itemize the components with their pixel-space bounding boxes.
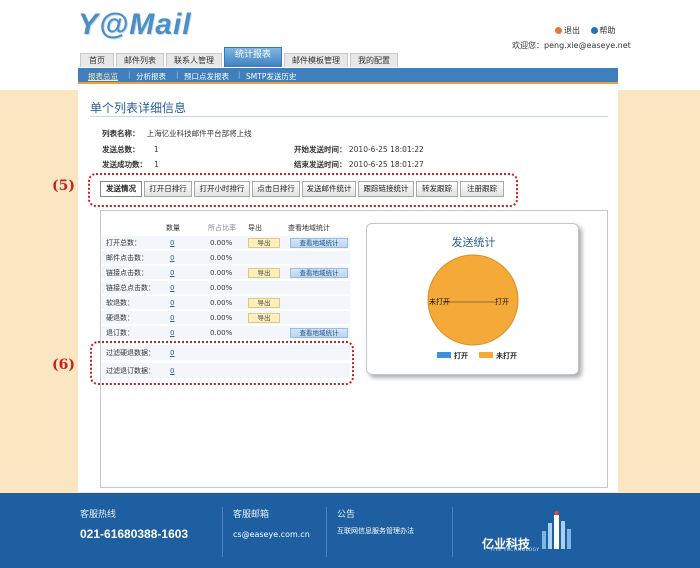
subtab-overview[interactable]: 报表总览 xyxy=(88,71,118,82)
start-time: 开始发送时间： 2010-6-25 18:01:22 xyxy=(294,145,424,154)
logo: Y@Mail xyxy=(78,8,192,41)
export-button[interactable]: 导出 xyxy=(248,268,280,278)
tab-mail-list[interactable]: 邮件列表 xyxy=(116,53,164,67)
end-time: 结束发送时间： 2010-6-25 18:01:27 xyxy=(294,160,424,169)
table-row: 链接总点击数： 0 0.00% xyxy=(102,281,350,295)
page-title: 单个列表详细信息 xyxy=(90,101,187,115)
geo-stats-button[interactable]: 查看地域统计 xyxy=(290,328,348,338)
legend-swatch-unopened xyxy=(479,352,493,358)
table-row: 邮件点击数： 0 0.00% xyxy=(102,251,350,265)
annotation-box-5 xyxy=(88,173,518,207)
table-row: 链接点击数： 0 0.00% 导出 查看地域统计 xyxy=(102,266,350,280)
top-links: 退出 帮助 xyxy=(555,25,624,36)
hard-bounce-link[interactable]: 0 xyxy=(170,311,174,325)
welcome-text: 欢迎您：peng.xie@easeye.net xyxy=(512,41,631,50)
brand-logo-icon xyxy=(542,511,571,549)
subtab-smtp-history[interactable]: SMTP发送历史 xyxy=(246,71,296,82)
tab-templates[interactable]: 邮件模板管理 xyxy=(284,53,348,67)
tab-reports[interactable]: 统计报表 xyxy=(224,47,282,67)
main-panel: 单个列表详细信息 列表名称： 上海亿业科技邮件平台部将上线 发送总数： 1 发送… xyxy=(78,90,618,492)
export-button[interactable]: 导出 xyxy=(248,238,280,248)
help-link[interactable]: 帮助 xyxy=(590,26,616,35)
success-count: 发送成功数： 1 xyxy=(102,160,159,169)
mail-click-count-link[interactable]: 0 xyxy=(170,251,174,265)
help-icon xyxy=(590,27,598,34)
hotline-number: 021-61680388-1603 xyxy=(80,527,189,541)
pie-label-unopened: 未打开 xyxy=(429,297,450,306)
email-title: 客服邮箱 xyxy=(233,510,270,520)
hotline-title: 客服热线 xyxy=(80,510,117,520)
link-click-count-link[interactable]: 0 xyxy=(170,266,174,280)
logout-icon xyxy=(555,27,562,34)
table-row: 软退数： 0 0.00% 导出 xyxy=(102,296,350,310)
annotation-box-6 xyxy=(90,341,354,385)
geo-stats-button[interactable]: 查看地域统计 xyxy=(290,238,348,248)
list-name: 列表名称： 上海亿业科技邮件平台部将上线 xyxy=(102,129,252,138)
unsubscribe-link[interactable]: 0 xyxy=(170,326,174,340)
geo-stats-button[interactable]: 查看地域统计 xyxy=(290,268,348,278)
tab-contacts[interactable]: 联系人管理 xyxy=(166,53,222,67)
stats-header-row: 数量 所占比率 导出 查看地域统计 xyxy=(102,221,350,235)
logout-link[interactable]: 退出 xyxy=(555,26,580,35)
legend-swatch-opened xyxy=(437,352,451,358)
notice-link[interactable]: 互联网信息服务管理办法 xyxy=(337,526,414,536)
pie-chart: 未打开 打开 打开 未打开 xyxy=(427,254,519,360)
subtab-analysis[interactable]: 分析报表 xyxy=(136,71,166,82)
subtab-point-report[interactable]: 预口点发报表 xyxy=(184,71,229,82)
sub-nav: 报表总览 | 分析报表 | 预口点发报表 | SMTP发送历史 xyxy=(78,68,618,84)
total-sent: 发送总数： 1 xyxy=(102,145,159,154)
notice-title: 公告 xyxy=(337,510,356,520)
pie-label-opened: 打开 xyxy=(495,297,509,306)
table-row: 退订数： 0 0.00% 查看地域统计 xyxy=(102,326,350,340)
support-email[interactable]: cs@easeye.com.cn xyxy=(233,530,310,539)
open-count-link[interactable]: 0 xyxy=(170,236,174,250)
footer: 客服热线 021-61680388-1603 客服邮箱 cs@easeye.co… xyxy=(0,493,700,568)
brand-name-en: YIYE TECHNOLOGY xyxy=(490,548,540,553)
annotation-label-5: (5) xyxy=(52,178,75,194)
export-button[interactable]: 导出 xyxy=(248,313,280,323)
legend-label-unopened: 未打开 xyxy=(496,351,517,360)
main-nav: 首页 邮件列表 联系人管理 统计报表 邮件模板管理 我的配置 xyxy=(78,47,618,68)
table-row: 打开总数： 0 0.00% 导出 查看地域统计 xyxy=(102,236,350,250)
send-stats-chart: 发送统计 未打开 打开 打开 未打开 xyxy=(366,223,579,375)
link-total-click-link[interactable]: 0 xyxy=(170,281,174,295)
export-button[interactable]: 导出 xyxy=(248,298,280,308)
tab-my-config[interactable]: 我的配置 xyxy=(350,53,398,67)
annotation-label-6: (6) xyxy=(52,357,75,373)
tab-home[interactable]: 首页 xyxy=(80,53,114,67)
soft-bounce-link[interactable]: 0 xyxy=(170,296,174,310)
table-row: 硬退数： 0 0.00% 导出 xyxy=(102,311,350,325)
legend-label-opened: 打开 xyxy=(454,351,468,360)
